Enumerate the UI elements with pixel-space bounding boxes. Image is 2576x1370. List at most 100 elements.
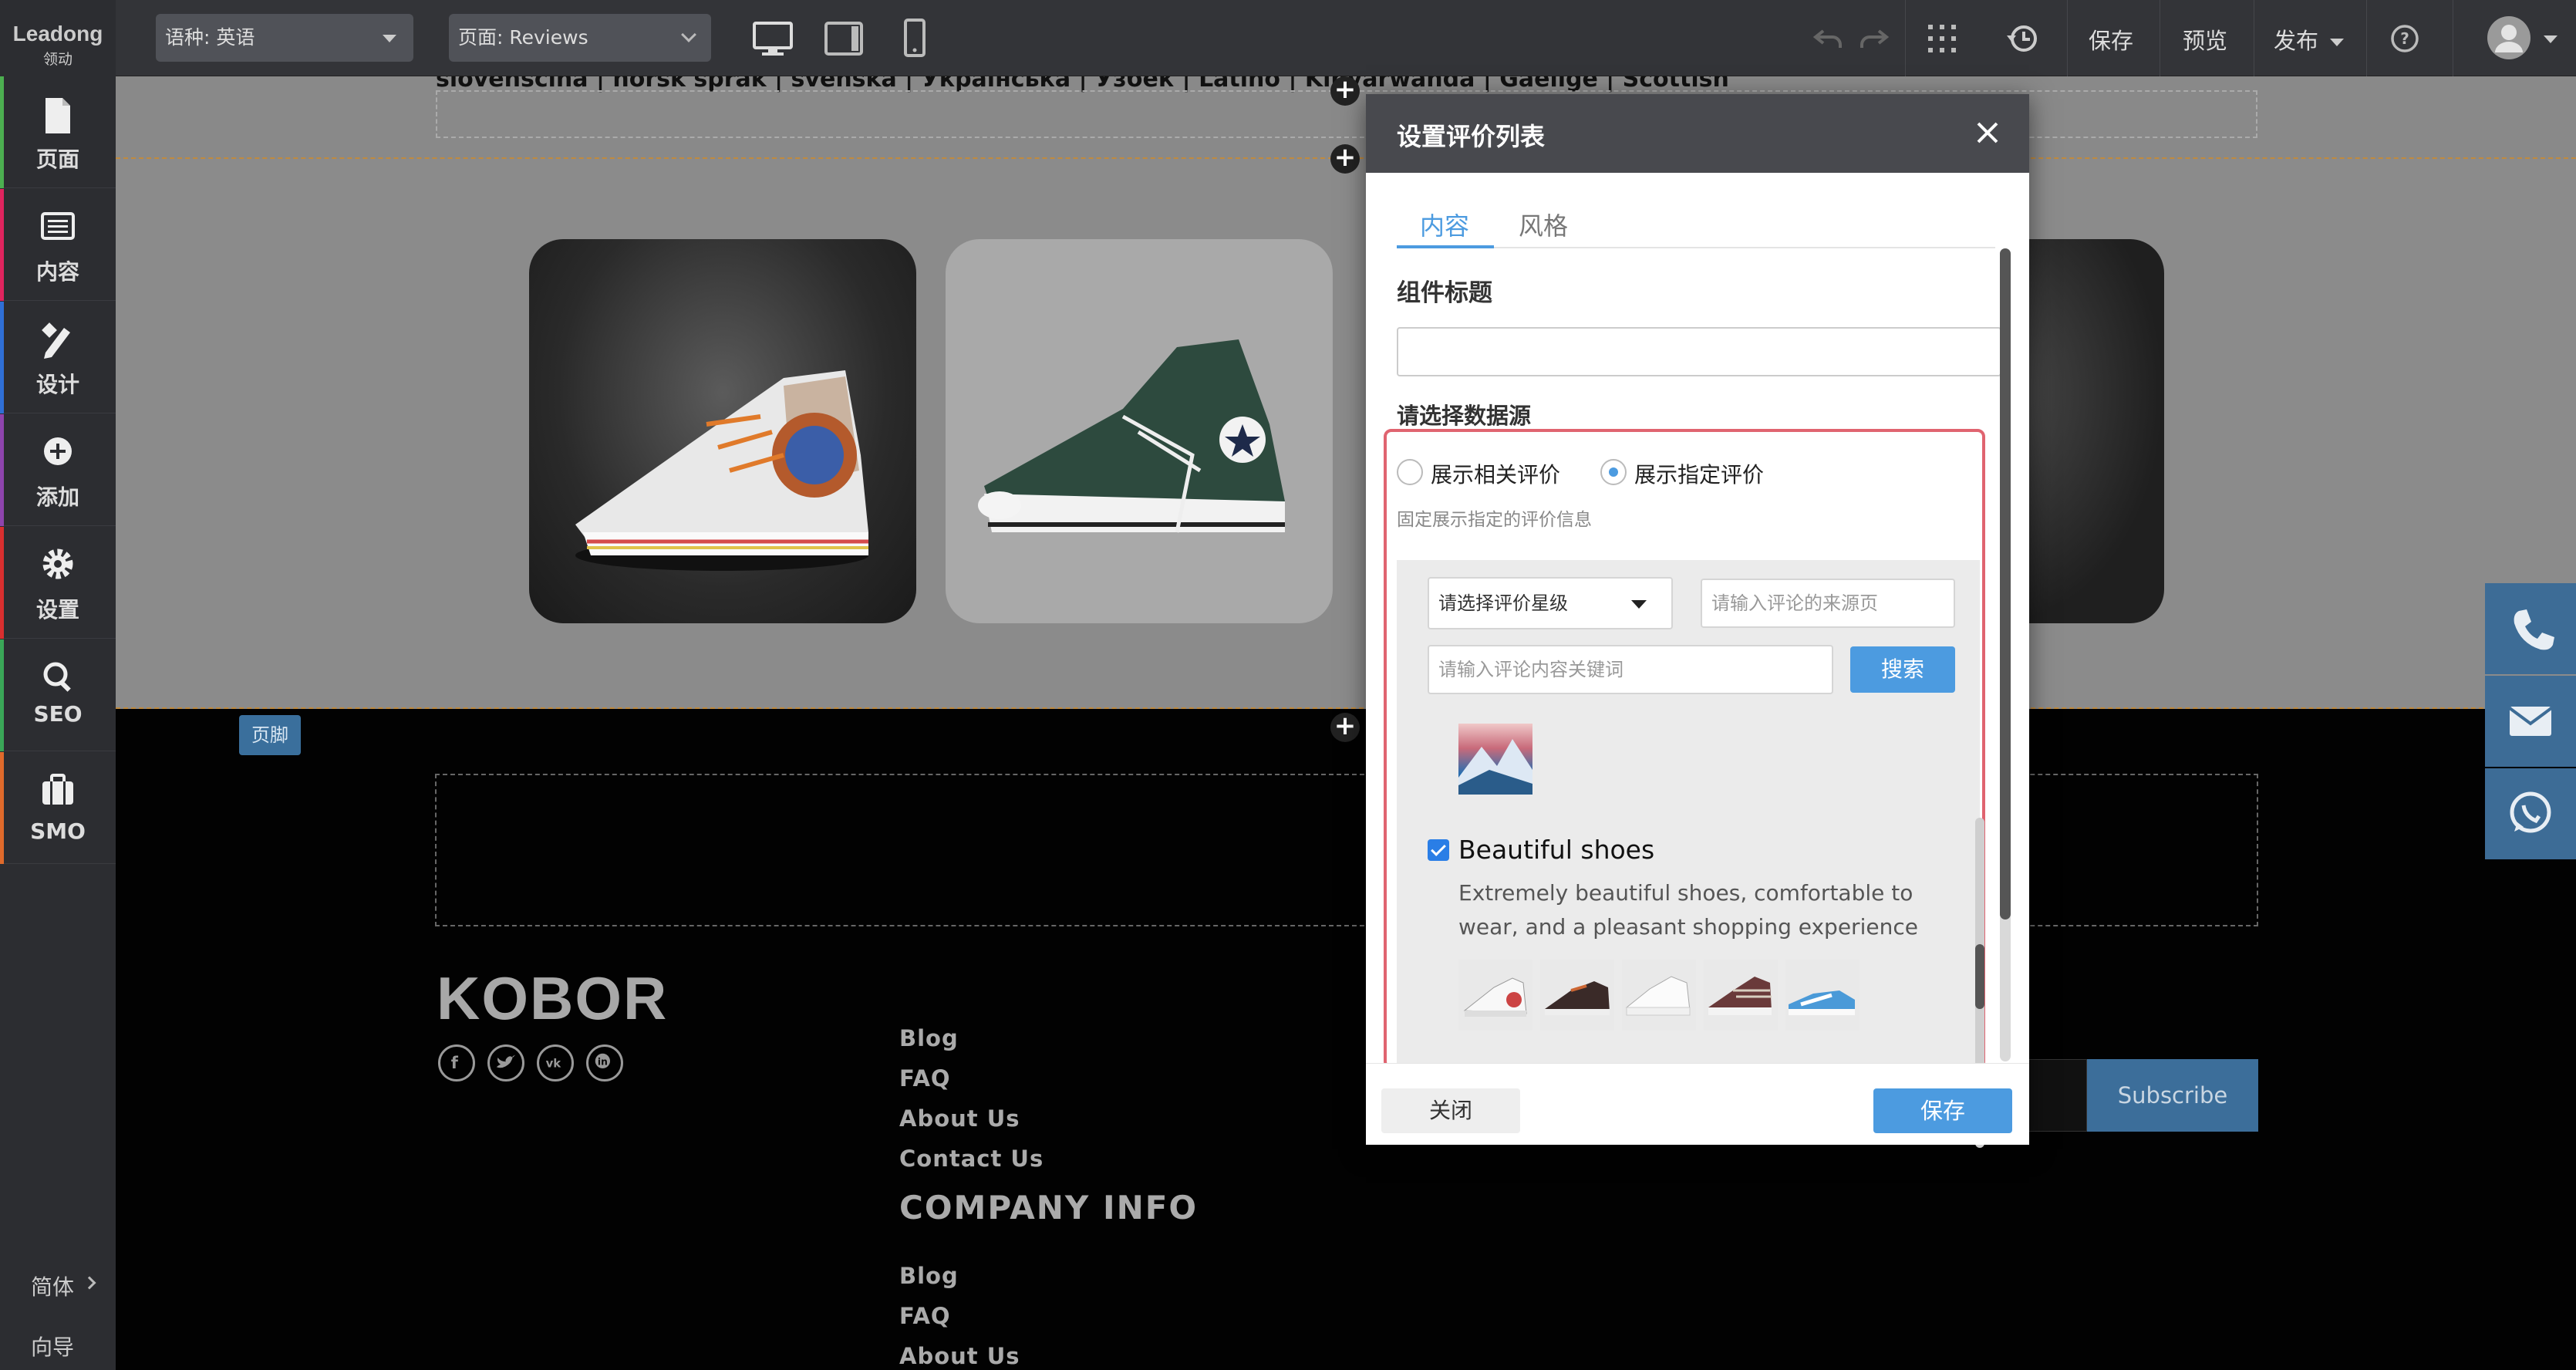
rating-select[interactable]: 请选择评价星级	[1428, 577, 1673, 629]
subscribe-button[interactable]: Subscribe	[2087, 1059, 2258, 1132]
sidebar-item-seo[interactable]: SEO	[0, 639, 116, 751]
sidebar-item-add[interactable]: 添加	[0, 414, 116, 526]
add-section-icon[interactable]: +	[1330, 713, 1360, 742]
page-icon	[46, 98, 70, 133]
sidebar-item-label: 页面	[35, 147, 79, 172]
sidebar-item-label: 添加	[35, 484, 79, 510]
page-select[interactable]: 页面: Reviews	[449, 14, 711, 62]
logo-text: Leadong	[12, 22, 103, 46]
radio-related-label: 展示相关评价	[1431, 462, 1561, 488]
vk-icon[interactable]: vk	[537, 1044, 574, 1081]
twitter-icon[interactable]	[487, 1044, 524, 1081]
floating-phone-button[interactable]	[2485, 583, 2576, 674]
caret-down-icon	[2330, 39, 2345, 46]
inner-scrollbar-thumb[interactable]	[1975, 944, 1984, 1009]
sidebar-item-smo[interactable]: SMO	[0, 752, 116, 864]
review-image-thumbnail[interactable]	[1458, 960, 1532, 1031]
add-section-icon[interactable]: +	[1330, 144, 1360, 174]
facebook-icon[interactable]: f	[438, 1044, 475, 1081]
product-image-card[interactable]	[946, 239, 1333, 623]
guide-label: 向导	[31, 1335, 75, 1360]
floating-whatsapp-button[interactable]	[2485, 768, 2576, 859]
radio-specified-label: 展示指定评价	[1634, 462, 1765, 488]
shoe-image	[1625, 976, 1691, 1016]
shoe-image	[1708, 977, 1772, 1015]
chevron-down-icon	[681, 27, 696, 42]
rating-select-value: 请选择评价星级	[1438, 592, 1568, 614]
tab-style[interactable]: 风格	[1519, 207, 1568, 242]
search-button[interactable]: 搜索	[1850, 646, 1955, 693]
review-image-thumbnail[interactable]	[1458, 724, 1532, 795]
floating-email-button[interactable]	[2485, 676, 2576, 767]
phone-icon	[2514, 609, 2554, 650]
footer-link-blog[interactable]: Blog	[899, 1025, 959, 1051]
leadong-logo[interactable]: Leadong 领动	[0, 0, 116, 76]
grid-icon[interactable]	[1924, 20, 1961, 57]
email-icon	[2508, 707, 2553, 736]
save-button[interactable]: 保存	[2089, 23, 2133, 56]
content-list-icon	[41, 212, 75, 240]
svg-text:in: in	[598, 1057, 608, 1068]
site-preview-canvas: slovenščina | norsk språk | svenska | Ук…	[116, 76, 2576, 1370]
sidebar-item-settings[interactable]: 设置	[0, 527, 116, 639]
close-icon[interactable]	[1971, 116, 2004, 150]
footer-link-about-us[interactable]: About Us	[899, 1343, 1020, 1369]
caret-down-icon	[1631, 600, 1647, 609]
undo-icon[interactable]	[1809, 20, 1846, 57]
history-icon[interactable]	[2004, 20, 2041, 57]
datasource-hint: 固定展示指定的评价信息	[1397, 510, 1592, 530]
briefcase-icon	[42, 774, 73, 805]
publish-button[interactable]: 发布	[2274, 23, 2345, 56]
review-description: Extremely beautiful shoes, comfortable t…	[1458, 880, 1918, 940]
component-title-label: 组件标题	[1397, 279, 1492, 307]
language-select[interactable]: 语种: 英语	[156, 14, 413, 62]
footer-link-blog[interactable]: Blog	[899, 1263, 959, 1289]
shoe-image	[978, 339, 1285, 533]
caret-down-icon[interactable]	[2544, 35, 2557, 43]
sidebar-item-page[interactable]: 页面	[0, 76, 116, 188]
mobile-view-icon[interactable]	[893, 17, 936, 60]
radio-specified-reviews[interactable]	[1600, 459, 1627, 485]
whatsapp-icon	[2510, 791, 2551, 833]
source-page-input[interactable]: 请输入评论的来源页	[1701, 579, 1955, 628]
keyword-input[interactable]: 请输入评论内容关键词	[1428, 645, 1833, 694]
review-picker-panel: 请选择评价星级 请输入评论的来源页 请输入评论内容关键词 搜索 Beautifu…	[1397, 560, 1980, 1065]
footer-link-faq[interactable]: FAQ	[899, 1303, 951, 1329]
review-select-checkbox[interactable]	[1428, 839, 1449, 861]
review-image-thumbnail[interactable]	[1704, 960, 1778, 1031]
linkedin-icon[interactable]: in	[586, 1044, 623, 1081]
footer-link-about-us[interactable]: About Us	[899, 1105, 1020, 1132]
sidebar-accent	[0, 752, 4, 864]
footer-section-tag[interactable]: 页脚	[239, 715, 301, 755]
product-image-card[interactable]	[529, 239, 916, 623]
radio-related-reviews[interactable]	[1397, 459, 1423, 485]
footer-brand-logo: KOBOR	[437, 964, 669, 1032]
review-image-thumbnail[interactable]	[1540, 960, 1614, 1031]
product-images-section[interactable]	[116, 159, 2576, 709]
gear-icon	[42, 548, 73, 579]
review-image-thumbnail[interactable]	[1622, 960, 1696, 1031]
close-button[interactable]: 关闭	[1381, 1088, 1520, 1133]
footer-link-faq[interactable]: FAQ	[899, 1065, 951, 1092]
site-footer[interactable]: KOBOR f vk in Blog FAQ About Us Contact …	[116, 709, 2576, 1370]
datasource-label: 请选择数据源	[1397, 403, 1532, 429]
sidebar-item-label: SEO	[33, 701, 83, 727]
user-avatar-icon[interactable]	[2487, 15, 2531, 60]
footer-link-contact-us[interactable]: Contact Us	[899, 1146, 1044, 1172]
save-button[interactable]: 保存	[1873, 1088, 2012, 1133]
sidebar-item-label: 内容	[35, 259, 79, 285]
review-image-thumbnail[interactable]	[1785, 960, 1860, 1031]
sidebar-item-design[interactable]: 设计	[0, 302, 116, 413]
help-icon[interactable]: ?	[2386, 20, 2423, 57]
component-title-input[interactable]	[1397, 327, 2001, 376]
left-sidebar: 页面 内容 设计 添加 设置 SEO SMO 简体 向导	[0, 76, 116, 1370]
tab-content[interactable]: 内容	[1420, 207, 1469, 242]
sidebar-item-content[interactable]: 内容	[0, 189, 116, 301]
add-section-icon[interactable]: +	[1330, 76, 1360, 106]
dialog-scrollbar-thumb[interactable]	[2000, 248, 2011, 920]
desktop-view-icon[interactable]	[751, 17, 794, 60]
tablet-view-icon[interactable]	[822, 17, 865, 60]
redo-icon[interactable]	[1856, 20, 1893, 57]
shoe-image	[1463, 977, 1527, 1017]
preview-button[interactable]: 预览	[2183, 23, 2227, 56]
